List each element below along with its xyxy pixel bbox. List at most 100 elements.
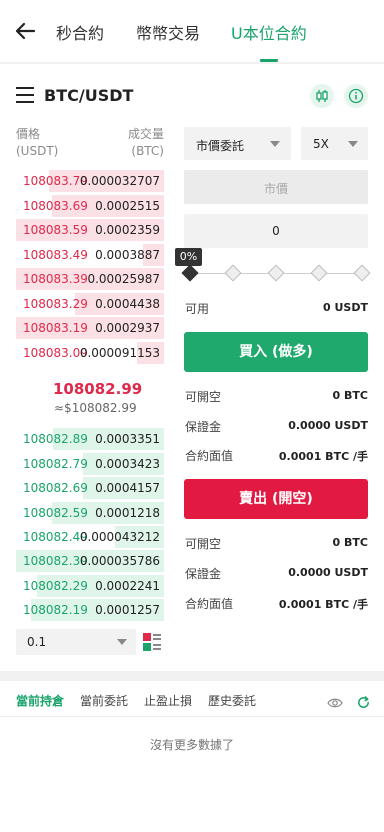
last-price-usd: ≈$108082.99 <box>54 401 137 415</box>
slider-value-label: 0% <box>175 248 202 266</box>
price-input[interactable]: 市價 <box>184 170 368 204</box>
long-face-label: 合約面值 <box>185 449 234 463</box>
bid-qty: 0.000035786 <box>79 554 160 568</box>
short-margin-label: 保證金 <box>185 567 222 581</box>
bid-price: 108082.79 <box>23 457 88 471</box>
bid-price: 108082.59 <box>23 506 88 520</box>
long-face-value: 0.0001 BTC /手 <box>278 450 368 463</box>
ask-price: 108083.09 <box>23 346 88 360</box>
empty-state-text: 沒有更多數據了 <box>149 738 234 752</box>
bid-row[interactable]: 108082.79 0.0003423 <box>16 453 164 475</box>
candlestick-chart-icon[interactable] <box>310 84 334 108</box>
ask-qty: 0.00025987 <box>87 272 160 286</box>
tab-bar-divider <box>0 716 384 717</box>
info-icon[interactable] <box>344 84 368 108</box>
qty-header-unit: (BTC) <box>131 144 164 158</box>
ask-row[interactable]: 108083.09 0.000091153 <box>16 342 164 364</box>
slider-stop-75[interactable] <box>310 264 328 282</box>
bid-qty: 0.0004157 <box>95 481 160 495</box>
pair-symbol[interactable]: BTC/USDT <box>44 86 133 105</box>
bid-price: 108082.29 <box>23 579 88 593</box>
slider-stop-0[interactable] <box>181 264 199 282</box>
bid-qty: 0.000043212 <box>79 530 160 544</box>
ask-row[interactable]: 108083.69 0.0002515 <box>16 195 164 217</box>
leverage-value: 5X <box>313 137 329 151</box>
tab-usdt-futures[interactable]: U本位合約 <box>231 20 307 44</box>
bid-price: 108082.19 <box>23 603 88 617</box>
short-face-label: 合約面值 <box>185 597 234 611</box>
qty-column-header: 成交量 (BTC) <box>110 126 164 160</box>
tab-tp-sl[interactable]: 止盈止損 <box>144 692 192 709</box>
arrow-left-icon[interactable] <box>14 18 36 44</box>
tab-current-orders[interactable]: 當前委託 <box>80 692 128 709</box>
short-can-open-value: 0 BTC <box>332 536 368 549</box>
ask-row[interactable]: 108083.29 0.0004438 <box>16 293 164 315</box>
order-type-select[interactable]: 市價委託 <box>184 127 291 160</box>
ask-price: 108083.19 <box>23 321 88 335</box>
price-header-unit: (USDT) <box>16 144 59 158</box>
order-type-value: 市價委託 <box>196 139 245 153</box>
divider <box>0 62 384 64</box>
bid-qty: 0.0001218 <box>95 506 160 520</box>
ask-price: 108083.79 <box>23 174 88 188</box>
ask-price: 108083.69 <box>23 199 88 213</box>
last-price: 108082.99 <box>53 380 143 398</box>
long-margin-label: 保證金 <box>185 420 222 434</box>
bid-qty: 0.0001257 <box>95 603 160 617</box>
bid-price: 108082.89 <box>23 432 88 446</box>
refresh-icon[interactable] <box>356 695 371 710</box>
available-value: 0 USDT <box>323 301 368 314</box>
long-margin-value: 0.0000 USDT <box>288 419 368 432</box>
ask-row[interactable]: 108083.59 0.0002359 <box>16 219 164 241</box>
long-can-open-label: 可開空 <box>185 390 222 404</box>
orderbook-layout-icon[interactable] <box>142 632 162 652</box>
ask-price: 108083.39 <box>23 272 88 286</box>
short-face-value: 0.0001 BTC /手 <box>278 598 368 611</box>
buy-long-button[interactable]: 買入 (做多) <box>184 332 368 372</box>
sell-short-button[interactable]: 賣出 (開空) <box>184 479 368 519</box>
ask-qty: 0.000032707 <box>79 174 160 188</box>
bid-row[interactable]: 108082.49 0.000043212 <box>16 526 164 548</box>
bid-qty: 0.0002241 <box>95 579 160 593</box>
bid-row[interactable]: 108082.19 0.0001257 <box>16 599 164 621</box>
tab-order-history[interactable]: 歷史委託 <box>208 692 256 709</box>
slider-stop-100[interactable] <box>353 264 371 282</box>
depth-precision-value: 0.1 <box>27 635 47 649</box>
slider-stop-25[interactable] <box>224 264 242 282</box>
bid-qty: 0.0003423 <box>95 457 160 471</box>
tab-seconds-contract[interactable]: 秒合約 <box>56 20 104 44</box>
ask-row[interactable]: 108083.19 0.0002937 <box>16 317 164 339</box>
short-margin-value: 0.0000 USDT <box>288 566 368 579</box>
bid-row[interactable]: 108082.29 0.0002241 <box>16 575 164 597</box>
eye-icon[interactable] <box>327 696 343 710</box>
amount-input[interactable]: 0 <box>184 214 368 248</box>
section-divider <box>0 671 384 681</box>
bid-price: 108082.39 <box>23 554 88 568</box>
tab-spot-trading[interactable]: 幣幣交易 <box>136 20 200 44</box>
bid-price: 108082.49 <box>23 530 88 544</box>
available-label: 可用 <box>185 302 210 316</box>
bid-row[interactable]: 108082.89 0.0003351 <box>16 428 164 450</box>
bid-row[interactable]: 108082.39 0.000035786 <box>16 550 164 572</box>
ask-price: 108083.29 <box>23 297 88 311</box>
bid-price: 108082.69 <box>23 481 88 495</box>
price-header-label: 價格 <box>16 127 41 141</box>
qty-header-label: 成交量 <box>127 127 164 141</box>
price-column-header: 價格 (USDT) <box>16 126 58 160</box>
ask-qty: 0.000091153 <box>79 346 160 360</box>
ask-price: 108083.49 <box>23 248 88 262</box>
hamburger-menu-icon[interactable] <box>16 87 34 103</box>
chevron-down-icon <box>270 141 280 147</box>
bid-row[interactable]: 108082.69 0.0004157 <box>16 477 164 499</box>
slider-stop-50[interactable] <box>267 264 285 282</box>
bid-row[interactable]: 108082.59 0.0001218 <box>16 502 164 524</box>
ask-row[interactable]: 108083.49 0.0003887 <box>16 244 164 266</box>
leverage-select[interactable]: 5X <box>301 127 368 160</box>
ask-qty: 0.0004438 <box>95 297 160 311</box>
tab-current-positions[interactable]: 當前持倉 <box>16 692 64 709</box>
ask-qty: 0.0003887 <box>95 248 160 262</box>
depth-precision-select[interactable]: 0.1 <box>16 629 136 655</box>
ask-row[interactable]: 108083.79 0.000032707 <box>16 170 164 192</box>
ask-qty: 0.0002359 <box>95 223 160 237</box>
ask-row[interactable]: 108083.39 0.00025987 <box>16 268 164 290</box>
